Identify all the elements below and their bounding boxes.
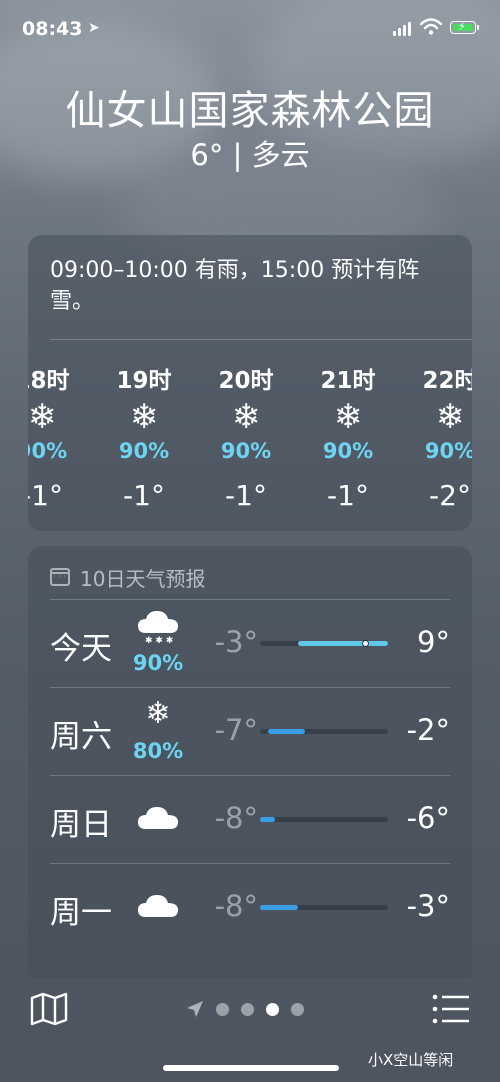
- hour-precipitation: 90%: [118, 439, 170, 463]
- temp-range-track: [260, 640, 388, 647]
- temp-range-fill: [260, 905, 298, 910]
- current-conditions: 6° | 多云: [190, 138, 310, 172]
- svg-text:✱ ✱ ✱: ✱ ✱ ✱: [145, 636, 173, 646]
- divider: [50, 863, 450, 864]
- page-dot[interactable]: [216, 1002, 229, 1016]
- page-dot[interactable]: [241, 1002, 254, 1016]
- hour-time: 21时: [320, 368, 376, 394]
- hour-time: 22时: [422, 368, 472, 394]
- daily-row[interactable]: 今天 ✱ ✱ ✱ 90% -3° 9°: [28, 599, 472, 687]
- day-name: 周一: [50, 895, 112, 931]
- hour-precipitation: 90%: [322, 439, 374, 463]
- hourly-list[interactable]: 18时❄90%-1°19时❄90%-1°20时❄90%-1°21时❄90%-1°…: [28, 339, 472, 531]
- snowflake-icon: ❄: [435, 397, 465, 437]
- day-name: 周日: [50, 807, 112, 843]
- watermark: 小X空山等闲: [368, 1051, 454, 1069]
- status-bar: 08:43 ➤ ⚡: [0, 0, 500, 60]
- hour-precipitation: 90%: [28, 439, 68, 463]
- day-high-temp: -3°: [406, 889, 450, 923]
- hour-temperature: -1°: [28, 479, 63, 512]
- day-low-temp: -8°: [214, 801, 258, 835]
- status-time: 08:43: [22, 18, 83, 40]
- day-precipitation: 80%: [132, 739, 184, 763]
- day-name: 今天: [50, 631, 112, 667]
- divider: [50, 687, 450, 688]
- day-low-temp: -8°: [214, 889, 258, 923]
- temp-range-track: [260, 817, 388, 822]
- snowflake-icon: ❄: [231, 397, 261, 437]
- page-dot-active[interactable]: [266, 1002, 279, 1016]
- snowflake-icon: ❄: [333, 397, 363, 437]
- daily-title: 10日天气预报: [80, 566, 206, 591]
- cloud-icon: [132, 891, 184, 927]
- snowflake-icon: ❄: [28, 397, 57, 437]
- temp-range-track: [260, 905, 388, 910]
- hour-temperature: -1°: [123, 479, 165, 512]
- current-temp-dot: [361, 640, 369, 647]
- temp-range-fill: [297, 640, 388, 647]
- temp-range-fill: [260, 817, 276, 822]
- temp-range-fill: [267, 729, 306, 734]
- hour-time: 18时: [28, 368, 70, 394]
- battery-cap: [477, 25, 479, 30]
- signal-icon: [393, 22, 411, 36]
- map-icon[interactable]: [30, 992, 68, 1026]
- hour-temperature: -1°: [327, 479, 369, 512]
- day-precipitation: 90%: [132, 651, 184, 675]
- daily-row[interactable]: 周六 ❄ 80% -7° -2°: [28, 687, 472, 775]
- divider: [50, 775, 450, 776]
- list-icon[interactable]: [432, 994, 470, 1024]
- hourly-summary: 09:00–10:00 有雨，15:00 预计有阵雪。: [50, 258, 420, 314]
- hour-precipitation: 90%: [424, 439, 472, 463]
- hour-time: 20时: [218, 368, 274, 394]
- hour-time: 19时: [116, 368, 172, 394]
- daily-forecast-card[interactable]: 10日天气预报 今天 ✱ ✱ ✱ 90% -3° 9° 周六 ❄ 80% -7° -2° 周日 -8°…: [28, 546, 472, 986]
- day-high-temp: -2°: [406, 713, 450, 747]
- charging-icon: ⚡: [458, 20, 466, 33]
- temp-range-track: [260, 729, 388, 734]
- calendar-icon: [50, 568, 70, 586]
- hour-temperature: -2°: [429, 479, 471, 512]
- day-name: 周六: [50, 719, 112, 755]
- hour-temperature: -1°: [225, 479, 267, 512]
- location-arrow-icon: ➤: [88, 20, 100, 36]
- current-location-icon[interactable]: [186, 1000, 204, 1018]
- hour-precipitation: 90%: [220, 439, 272, 463]
- snowflake-icon: ❄: [145, 696, 171, 731]
- page-indicator[interactable]: [186, 1000, 304, 1018]
- daily-row[interactable]: 周一 -8° -3°: [28, 863, 472, 951]
- day-low-temp: -3°: [214, 625, 258, 659]
- daily-header: 10日天气预报: [50, 564, 206, 591]
- hourly-forecast-card[interactable]: 09:00–10:00 有雨，15:00 预计有阵雪。 18时❄90%-1°19…: [28, 235, 472, 531]
- snowflake-icon: ❄: [129, 397, 159, 437]
- cloud-icon: [132, 803, 184, 839]
- location-title: 仙女山国家森林公园: [65, 88, 435, 134]
- wifi-icon: [420, 18, 442, 35]
- day-high-temp: 9°: [417, 625, 450, 659]
- home-indicator[interactable]: [163, 1065, 339, 1071]
- page-dot[interactable]: [291, 1002, 304, 1016]
- divider: [50, 599, 450, 600]
- cloud-snow-icon: ✱ ✱ ✱: [132, 607, 184, 655]
- day-low-temp: -7°: [214, 713, 258, 747]
- daily-row[interactable]: 周日 -8° -6°: [28, 775, 472, 863]
- day-high-temp: -6°: [406, 801, 450, 835]
